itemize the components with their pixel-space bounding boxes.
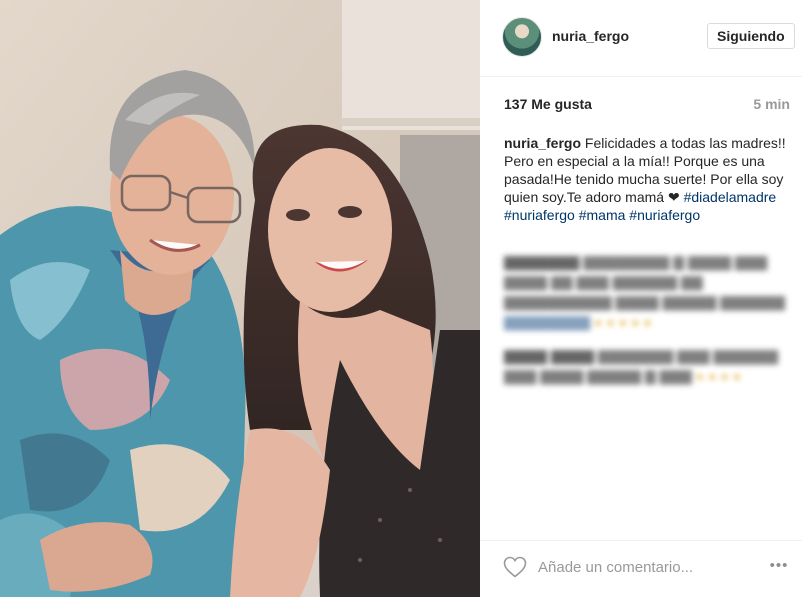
- likes-row: 137 Me gusta 5 min: [504, 96, 790, 116]
- avatar[interactable]: [502, 17, 542, 57]
- hashtag-link[interactable]: #nuriafergo: [629, 207, 700, 223]
- more-options-icon[interactable]: •••: [766, 557, 792, 575]
- hashtag-link[interactable]: #mama: [579, 207, 626, 223]
- blurred-comments: ▇▇▇▇▇▇▇ ▇▇▇▇▇▇▇▇ ▇ ▇▇▇▇ ▇▇▇ ▇▇▇▇ ▇▇ ▇▇▇ …: [504, 252, 794, 402]
- username-link[interactable]: nuria_fergo: [552, 28, 629, 44]
- add-comment-input[interactable]: [538, 555, 758, 579]
- blurred-comment: ▇▇▇▇ ▇▇▇▇ ▇▇▇▇▇▇▇ ▇▇▇ ▇▇▇▇▇▇ ▇▇▇ ▇▇▇▇ ▇▇…: [504, 348, 778, 384]
- blurred-comment: ▇▇▇▇▇▇▇ ▇▇▇▇▇▇▇▇ ▇ ▇▇▇▇ ▇▇▇ ▇▇▇▇ ▇▇ ▇▇▇ …: [504, 254, 785, 330]
- likes-count[interactable]: 137 Me gusta: [504, 96, 592, 112]
- post-photo: [0, 0, 480, 597]
- post-sidebar: nuria_fergo Siguiendo 137 Me gusta 5 min…: [480, 0, 802, 597]
- photo-illustration: [0, 0, 480, 597]
- post-header: nuria_fergo Siguiendo: [480, 0, 802, 77]
- hashtag-link[interactable]: #diadelamadre: [684, 189, 777, 205]
- heart-icon[interactable]: [503, 556, 527, 578]
- caption-username[interactable]: nuria_fergo: [504, 135, 581, 151]
- following-button[interactable]: Siguiendo: [707, 23, 795, 49]
- post-caption: nuria_fergo Felicidades a todas las madr…: [504, 134, 790, 224]
- hashtag-link[interactable]: #nuriafergo: [504, 207, 575, 223]
- post-time[interactable]: 5 min: [753, 96, 790, 112]
- comment-bar: •••: [480, 540, 802, 598]
